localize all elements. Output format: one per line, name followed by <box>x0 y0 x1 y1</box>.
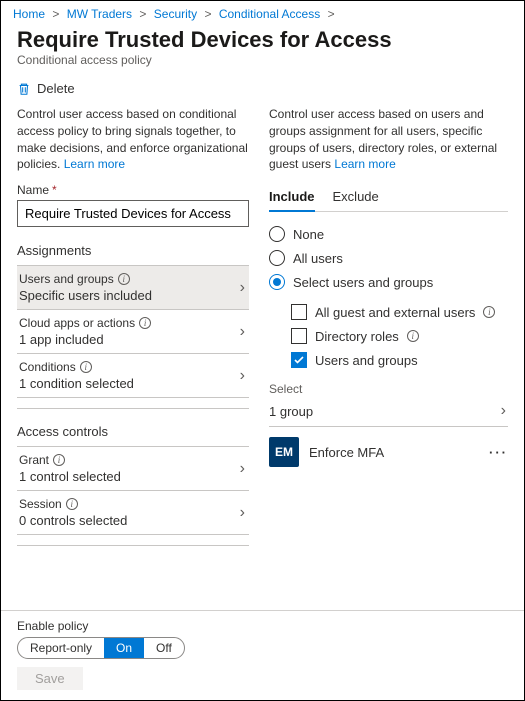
delete-icon <box>17 82 31 96</box>
name-input[interactable] <box>17 200 249 227</box>
breadcrumb-item-home[interactable]: Home <box>13 7 45 21</box>
save-button[interactable]: Save <box>17 667 83 690</box>
learn-more-link[interactable]: Learn more <box>64 157 125 171</box>
name-label: Name * <box>17 183 249 197</box>
checkbox-icon <box>291 352 307 368</box>
checkbox-directory-roles[interactable]: Directory roles i <box>291 324 508 348</box>
access-session[interactable]: Session i 0 controls selected › <box>17 490 249 535</box>
name-label-text: Name <box>17 183 49 197</box>
chevron-right-icon: › <box>240 504 245 522</box>
right-panel: Control user access based on users and g… <box>269 106 508 545</box>
radio-none-label: None <box>293 227 324 242</box>
radio-icon <box>269 274 285 290</box>
access-grant[interactable]: Granti 1 control selected › <box>17 446 249 491</box>
cloud-apps-label: Cloud apps or actions <box>19 316 135 330</box>
breadcrumb-sep: > <box>52 7 59 21</box>
select-value: 1 group <box>269 404 313 419</box>
chevron-right-icon: › <box>240 323 245 341</box>
chevron-right-icon: › <box>501 402 506 420</box>
breadcrumb-sep: > <box>204 7 211 21</box>
breadcrumb-sep: > <box>139 7 146 21</box>
learn-more-link[interactable]: Learn more <box>334 157 395 171</box>
more-actions-icon[interactable]: ··· <box>489 445 508 460</box>
tab-include[interactable]: Include <box>269 183 315 212</box>
grant-value: 1 control selected <box>19 469 121 484</box>
enable-policy-label: Enable policy <box>17 619 508 633</box>
cloud-apps-value: 1 app included <box>19 332 151 347</box>
delete-button[interactable]: Delete <box>1 75 524 106</box>
page-title: Require Trusted Devices for Access <box>1 23 524 53</box>
users-groups-value: Specific users included <box>19 288 152 303</box>
info-icon[interactable]: i <box>118 273 130 285</box>
required-asterisk: * <box>52 183 57 197</box>
conditions-value: 1 condition selected <box>19 376 134 391</box>
users-groups-check-label: Users and groups <box>315 353 418 368</box>
toggle-off[interactable]: Off <box>144 638 184 658</box>
breadcrumb-item-security[interactable]: Security <box>154 7 197 21</box>
chevron-right-icon: › <box>240 460 245 478</box>
breadcrumb: Home > MW Traders > Security > Condition… <box>1 1 524 23</box>
session-label: Session <box>19 497 62 511</box>
left-desc-text: Control user access based on conditional… <box>17 107 248 171</box>
radio-select-label: Select users and groups <box>293 275 433 290</box>
checkbox-icon <box>291 328 307 344</box>
assignment-conditions[interactable]: Conditions i 1 condition selected › <box>17 353 249 398</box>
footer: Enable policy Report-only On Off Save <box>1 610 524 700</box>
info-icon[interactable]: i <box>53 454 65 466</box>
info-icon[interactable]: i <box>80 361 92 373</box>
info-icon[interactable]: i <box>139 317 151 329</box>
left-panel: Control user access based on conditional… <box>17 106 249 545</box>
left-description: Control user access based on conditional… <box>17 106 249 173</box>
conditions-label: Conditions <box>19 360 76 374</box>
assignments-header: Assignments <box>17 243 249 261</box>
breadcrumb-item-tenant[interactable]: MW Traders <box>67 7 132 21</box>
radio-select-users-groups[interactable]: Select users and groups <box>269 270 508 294</box>
toggle-report-only[interactable]: Report-only <box>18 638 104 658</box>
session-value: 0 controls selected <box>19 513 127 528</box>
info-icon[interactable]: i <box>483 306 495 318</box>
access-controls-header: Access controls <box>17 424 249 442</box>
select-groups-row[interactable]: 1 group › <box>269 398 508 427</box>
chevron-right-icon: › <box>240 279 245 297</box>
group-name: Enforce MFA <box>309 445 479 460</box>
info-icon[interactable]: i <box>407 330 419 342</box>
select-label: Select <box>269 382 508 398</box>
radio-icon <box>269 226 285 242</box>
directory-roles-label: Directory roles <box>315 329 399 344</box>
right-description: Control user access based on users and g… <box>269 106 508 173</box>
radio-none[interactable]: None <box>269 222 508 246</box>
checkbox-users-groups[interactable]: Users and groups <box>291 348 508 372</box>
toggle-on[interactable]: On <box>104 638 144 658</box>
radio-all-users[interactable]: All users <box>269 246 508 270</box>
tab-exclude[interactable]: Exclude <box>333 183 379 211</box>
include-exclude-tabs: Include Exclude <box>269 183 508 212</box>
assignment-users-groups[interactable]: Users and groups i Specific users include… <box>17 265 249 310</box>
radio-all-label: All users <box>293 251 343 266</box>
chevron-right-icon: › <box>240 367 245 385</box>
checkbox-icon <box>291 304 307 320</box>
breadcrumb-sep: > <box>328 7 335 21</box>
breadcrumb-item-ca[interactable]: Conditional Access <box>219 7 320 21</box>
page-subtitle: Conditional access policy <box>1 53 524 75</box>
divider <box>17 397 249 409</box>
selected-group-row[interactable]: EM Enforce MFA ··· <box>269 427 508 477</box>
divider <box>17 534 249 546</box>
grant-label: Grant <box>19 453 49 467</box>
users-groups-label: Users and groups <box>19 272 114 286</box>
guest-users-label: All guest and external users <box>315 305 475 320</box>
assignment-cloud-apps[interactable]: Cloud apps or actions i 1 app included › <box>17 309 249 354</box>
info-icon[interactable]: i <box>66 498 78 510</box>
delete-label: Delete <box>37 81 75 96</box>
checkbox-guest-users[interactable]: All guest and external users i <box>291 300 508 324</box>
group-avatar: EM <box>269 437 299 467</box>
radio-icon <box>269 250 285 266</box>
enable-policy-toggle[interactable]: Report-only On Off <box>17 637 185 659</box>
